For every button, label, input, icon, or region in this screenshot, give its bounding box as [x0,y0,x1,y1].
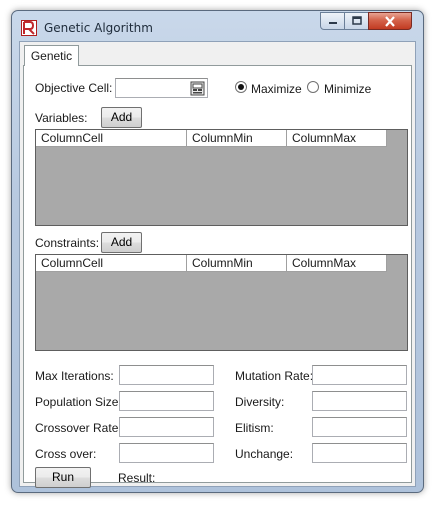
variables-label: Variables: [35,111,88,125]
cross-over-input[interactable] [119,443,214,463]
minimize-icon [328,22,337,24]
window-title: Genetic Algorithm [44,21,153,35]
variables-column-max-header[interactable]: ColumnMax [287,130,387,147]
unchange-input[interactable] [312,443,407,463]
mutation-rate-input[interactable] [312,365,407,385]
genetic-algorithm-window: Genetic Algorithm Genetic Objective Cell… [11,10,424,493]
app-logo-icon[interactable] [21,20,37,36]
elitism-label: Elitism: [235,421,274,435]
crossover-rate-input[interactable] [119,417,214,437]
diversity-input[interactable] [312,391,407,411]
elitism-input[interactable] [312,417,407,437]
variables-column-cell-header[interactable]: ColumnCell [36,130,187,147]
close-icon [385,15,395,27]
variables-grid-header: ColumnCell ColumnMin ColumnMax [36,130,387,147]
minimize-label: Minimize [324,82,372,96]
genetic-tab-panel: Objective Cell: Maximize Minimize Variab… [23,65,412,488]
title-bar[interactable]: Genetic Algorithm [12,11,423,41]
minimize-radio[interactable] [307,81,319,93]
mutation-rate-label: Mutation Rate: [235,369,314,383]
add-variable-button[interactable]: Add [101,107,142,128]
result-label: Result: [118,471,156,485]
max-iterations-input[interactable] [119,365,214,385]
max-iterations-label: Max Iterations: [35,369,114,383]
maximize-radio[interactable] [235,81,247,93]
diversity-label: Diversity: [235,395,285,409]
constraints-grid[interactable]: ColumnCell ColumnMin ColumnMax [35,254,408,351]
constraints-column-max-header[interactable]: ColumnMax [287,255,387,272]
population-size-label: Population Size: [35,395,122,409]
close-window-button[interactable] [368,12,412,30]
unchange-label: Unchange: [235,447,294,461]
minimize-window-button[interactable] [320,12,345,30]
constraints-column-cell-header[interactable]: ColumnCell [36,255,187,272]
range-select-icon[interactable] [188,79,207,97]
cross-over-label: Cross over: [35,447,97,461]
crossover-rate-label: Crossover Rate: [35,421,122,435]
add-constraint-button[interactable]: Add [101,232,142,253]
objective-cell-input[interactable] [115,78,208,98]
maximize-label: Maximize [251,82,302,96]
client-area: Genetic Objective Cell: Maximize Minimiz… [19,41,416,488]
run-button[interactable]: Run [35,467,91,488]
variables-column-min-header[interactable]: ColumnMin [187,130,287,147]
constraints-label: Constraints: [35,236,100,250]
constraints-grid-header: ColumnCell ColumnMin ColumnMax [36,255,387,272]
variables-grid[interactable]: ColumnCell ColumnMin ColumnMax [35,129,408,226]
constraints-column-min-header[interactable]: ColumnMin [187,255,287,272]
tab-genetic[interactable]: Genetic [24,45,79,66]
population-size-input[interactable] [119,391,214,411]
maximize-window-button[interactable] [344,12,369,30]
maximize-icon [351,16,362,25]
objective-cell-label: Objective Cell: [35,81,113,95]
